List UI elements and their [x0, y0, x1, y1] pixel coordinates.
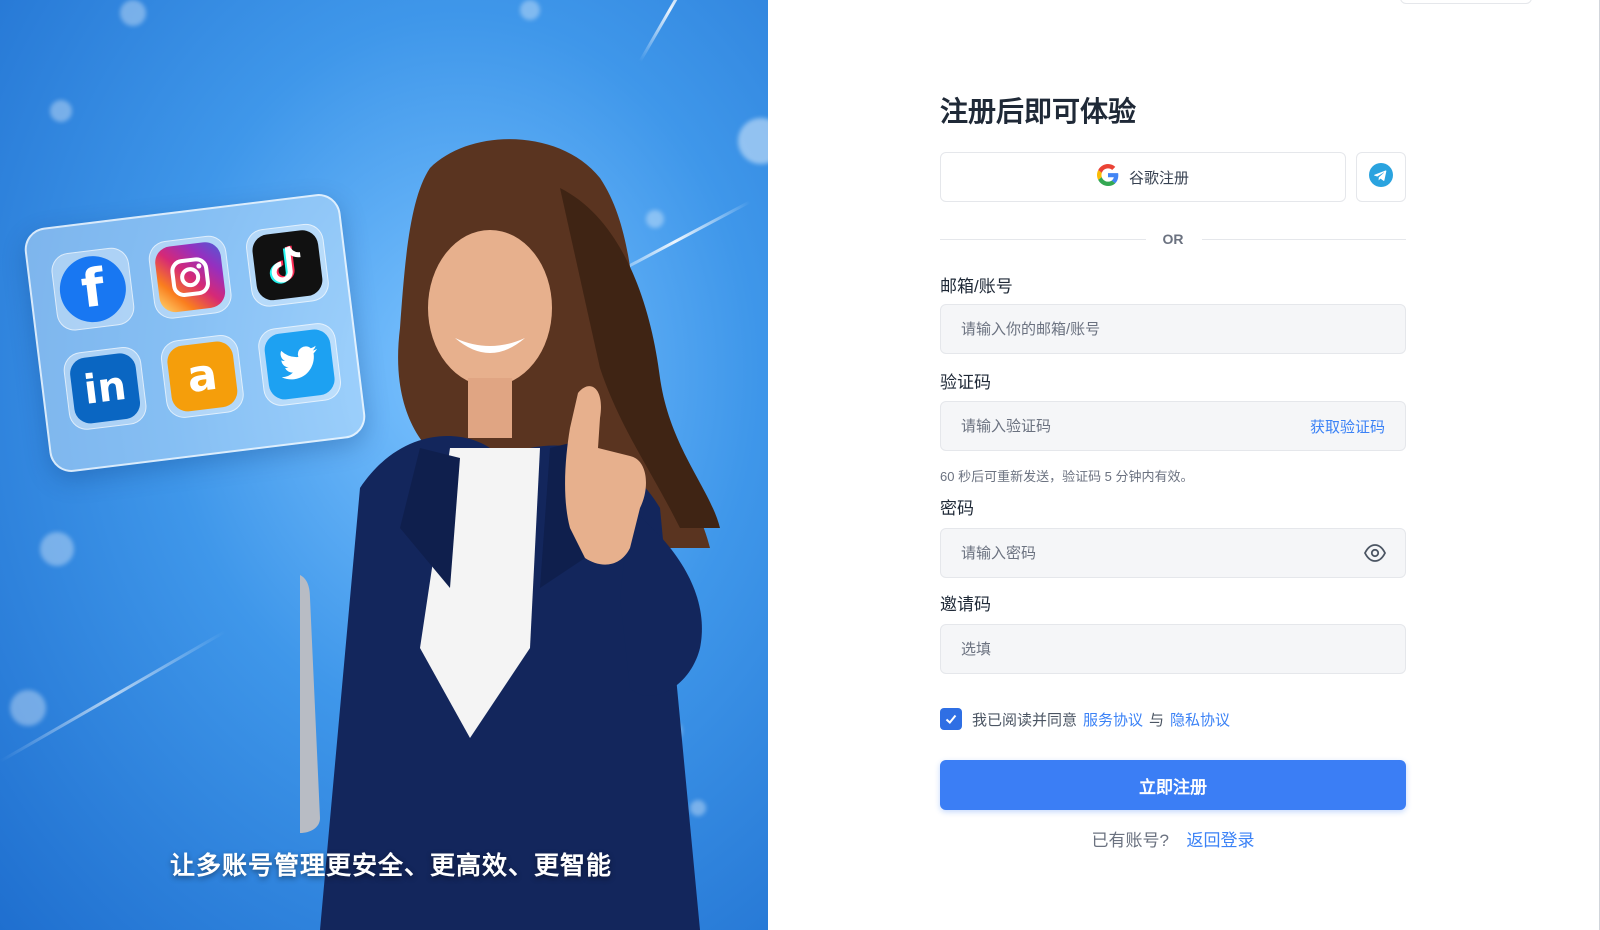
invite-field-wrapper — [940, 624, 1406, 674]
instagram-icon — [146, 233, 234, 321]
privacy-link[interactable]: 隐私协议 — [1170, 709, 1230, 730]
register-button[interactable]: 立即注册 — [940, 760, 1406, 810]
get-code-button[interactable]: 获取验证码 — [1310, 416, 1385, 437]
password-field-wrapper — [940, 528, 1406, 578]
email-field-wrapper — [940, 304, 1406, 354]
woman-thumbs-up-image — [300, 139, 720, 930]
code-field-wrapper: 获取验证码 — [940, 401, 1406, 451]
invite-code-input[interactable] — [941, 625, 1405, 673]
hero-tagline: 让多账号管理更安全、更高效、更智能 — [170, 852, 613, 880]
google-register-button[interactable]: 谷歌注册 — [940, 152, 1346, 202]
email-label: 邮箱/账号 — [940, 277, 1013, 296]
divider-line-right — [1202, 239, 1406, 240]
password-input[interactable] — [941, 529, 1405, 577]
password-label: 密码 — [940, 499, 974, 518]
register-panel: 注册后即可体验 谷歌注册 OR 邮箱/账号 请输入你的邮箱/账号 验证码 请输入… — [768, 0, 1600, 930]
telegram-icon — [1369, 162, 1393, 192]
code-hint: 60 秒后可重新发送，验证码 5 分钟内有效。 — [940, 469, 1194, 484]
google-register-label: 谷歌注册 — [1128, 169, 1189, 187]
agreement-row: 我已阅读并同意 服务协议 与 隐私协议 — [940, 708, 1230, 730]
invite-label: 邀请码 — [940, 595, 991, 614]
page-title: 注册后即可体验 — [940, 96, 1137, 127]
agree-prefix: 我已阅读并同意 — [972, 711, 1078, 729]
facebook-icon: f — [49, 245, 137, 333]
check-icon — [945, 714, 957, 724]
eye-icon[interactable] — [1363, 543, 1387, 568]
code-label: 验证码 — [940, 373, 991, 392]
agree-and: 与 — [1149, 711, 1165, 729]
terms-link[interactable]: 服务协议 — [1083, 709, 1143, 730]
email-input[interactable] — [941, 305, 1405, 353]
amazon-icon: a — [158, 332, 246, 420]
back-to-login-link[interactable]: 返回登录 — [1186, 831, 1254, 850]
top-tab-edge — [1400, 0, 1532, 4]
login-prompt-text: 已有账号? — [1091, 831, 1169, 850]
linkedin-icon: in — [61, 344, 149, 432]
login-prompt: 已有账号? 返回登录 — [940, 826, 1406, 851]
hero-panel: f in a 让多账号管理更安全、更高效、更智能 — [0, 0, 768, 930]
or-divider: OR — [940, 230, 1406, 250]
telegram-register-button[interactable] — [1356, 152, 1406, 202]
agree-checkbox[interactable] — [940, 708, 962, 730]
google-icon — [1096, 164, 1119, 190]
